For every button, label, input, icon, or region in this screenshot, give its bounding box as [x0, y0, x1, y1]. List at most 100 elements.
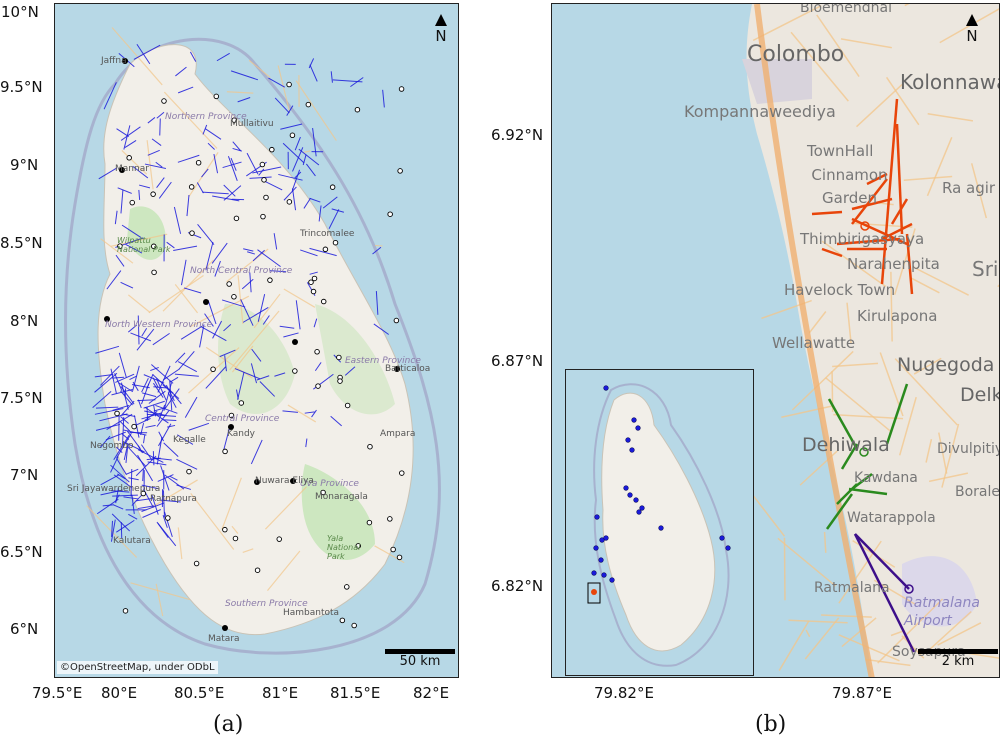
open-station-point	[314, 349, 320, 355]
scale-bar-b-label: 2 km	[941, 654, 975, 669]
inset-point	[601, 572, 607, 578]
inset-point	[603, 385, 609, 391]
road-line	[277, 65, 291, 113]
filled-station-point	[292, 339, 298, 345]
open-station-point	[161, 98, 167, 104]
trajectory-segment	[230, 70, 259, 81]
trajectory-segment	[237, 97, 251, 103]
label-north-central: North Central Province	[190, 266, 293, 276]
label-jaffna: Jaffna	[101, 56, 127, 66]
y-tick-a-7: 6.5°N	[0, 543, 43, 561]
label-ra-agir: Ra agir	[942, 179, 996, 197]
inset-point	[598, 557, 604, 563]
label-watarappola: Watarappola	[847, 510, 936, 526]
road-line	[248, 59, 271, 78]
map-panel-b[interactable]: Bloemendhal Colombo Kolonnawa Kompannawe…	[551, 3, 1000, 678]
inset-study-area-marker	[591, 589, 597, 595]
label-north-western: North Western Province	[105, 320, 213, 330]
open-station-point	[315, 383, 321, 389]
open-station-point	[260, 213, 266, 220]
open-station-point	[311, 275, 318, 282]
x-tick-a-0: 79.5°E	[32, 684, 83, 702]
inset-point	[639, 505, 645, 511]
scale-bar-b: 2 km	[918, 649, 998, 669]
open-station-point	[397, 168, 403, 174]
road-line	[778, 620, 810, 671]
open-station-point	[254, 567, 261, 573]
trajectory-segment	[294, 136, 301, 151]
label-borale: Borale	[955, 484, 1000, 500]
open-station-point	[322, 246, 329, 253]
north-arrow-label-a: N	[435, 27, 447, 45]
trajectory-segment	[216, 52, 230, 62]
inset-canvas	[587, 383, 731, 667]
x-tick-a-4: 81.5°E	[330, 684, 381, 702]
trajectory-segment	[102, 504, 115, 507]
label-ratmalana-airport: Ratmalana Airport	[904, 595, 980, 629]
label-eastern-province: Eastern Province	[345, 356, 421, 366]
label-yala: Yala National Park	[327, 534, 361, 561]
trajectory-segment	[375, 291, 379, 315]
open-station-point	[292, 368, 298, 374]
label-thimbirigasyaya: Thimbirigasyaya	[800, 230, 925, 248]
x-tick-b-0: 79.82°E	[594, 684, 654, 702]
y-tick-b-1: 6.87°N	[491, 352, 544, 370]
label-nuwara-eliya: Nuwara Eliya	[255, 476, 314, 486]
open-station-point	[165, 515, 171, 521]
road-line	[226, 91, 254, 94]
inset-point	[658, 525, 664, 531]
open-station-point	[226, 281, 232, 287]
open-station-point	[286, 199, 293, 205]
filled-station-point	[203, 299, 209, 305]
road-line	[375, 244, 383, 247]
road-line	[303, 150, 311, 154]
label-havelock-town: Havelock Town	[784, 281, 896, 299]
map-attribution: ©OpenStreetMap, under ODbL	[57, 661, 218, 674]
open-station-point	[393, 317, 400, 324]
label-negombo: Negombo	[90, 441, 134, 451]
trajectory-segment	[308, 58, 315, 69]
y-tick-a-3: 8.5°N	[0, 234, 43, 252]
open-station-point	[114, 410, 120, 417]
scale-bar-a: 50 km	[385, 649, 455, 669]
open-station-point	[276, 536, 282, 542]
open-station-point	[233, 215, 240, 222]
trajectory-segment	[113, 504, 124, 510]
y-tick-a-1: 9.5°N	[0, 78, 43, 96]
inset-landmass	[601, 392, 716, 652]
label-hambantota: Hambantota	[283, 608, 340, 618]
trajectory-segment	[382, 89, 385, 108]
label-kirulapona: Kirulapona	[857, 307, 938, 325]
open-station-point	[336, 354, 342, 361]
open-station-point	[131, 423, 137, 430]
label-dehiwala: Dehiwala	[802, 434, 890, 456]
x-tick-a-5: 82°E	[413, 684, 450, 702]
north-arrow-label-b: N	[966, 27, 978, 45]
caption-b: (b)	[755, 712, 787, 737]
open-station-point	[222, 526, 228, 533]
open-station-point	[367, 443, 373, 450]
inset-overview-map[interactable]	[565, 369, 754, 676]
open-station-point	[263, 194, 269, 201]
open-station-point	[126, 155, 132, 161]
north-arrow-a: N	[431, 14, 451, 45]
open-station-point	[329, 184, 336, 190]
open-station-point	[289, 132, 296, 139]
map-panel-a[interactable]: Jaffna Mullaitivu Northern Province Mann…	[54, 3, 459, 678]
open-station-point	[232, 535, 239, 542]
north-arrow-icon	[435, 14, 447, 26]
label-kalutara: Kalutara	[113, 536, 151, 546]
y-tick-a-5: 7.5°N	[0, 389, 43, 407]
label-cinnamon-garden: Cinnamon Garden	[811, 166, 888, 207]
trajectory-segment	[309, 64, 318, 82]
open-station-point	[261, 177, 267, 183]
open-station-point	[332, 239, 339, 246]
open-station-point	[351, 622, 357, 629]
open-station-point	[238, 400, 245, 406]
open-station-point	[188, 184, 195, 190]
open-station-point	[308, 279, 314, 285]
open-station-point	[366, 519, 373, 526]
label-ratnapura: Ratnapura	[150, 494, 197, 504]
open-station-point	[151, 269, 157, 276]
label-sri-jayawardenepura: Sri Jayawardenepura	[67, 484, 161, 494]
